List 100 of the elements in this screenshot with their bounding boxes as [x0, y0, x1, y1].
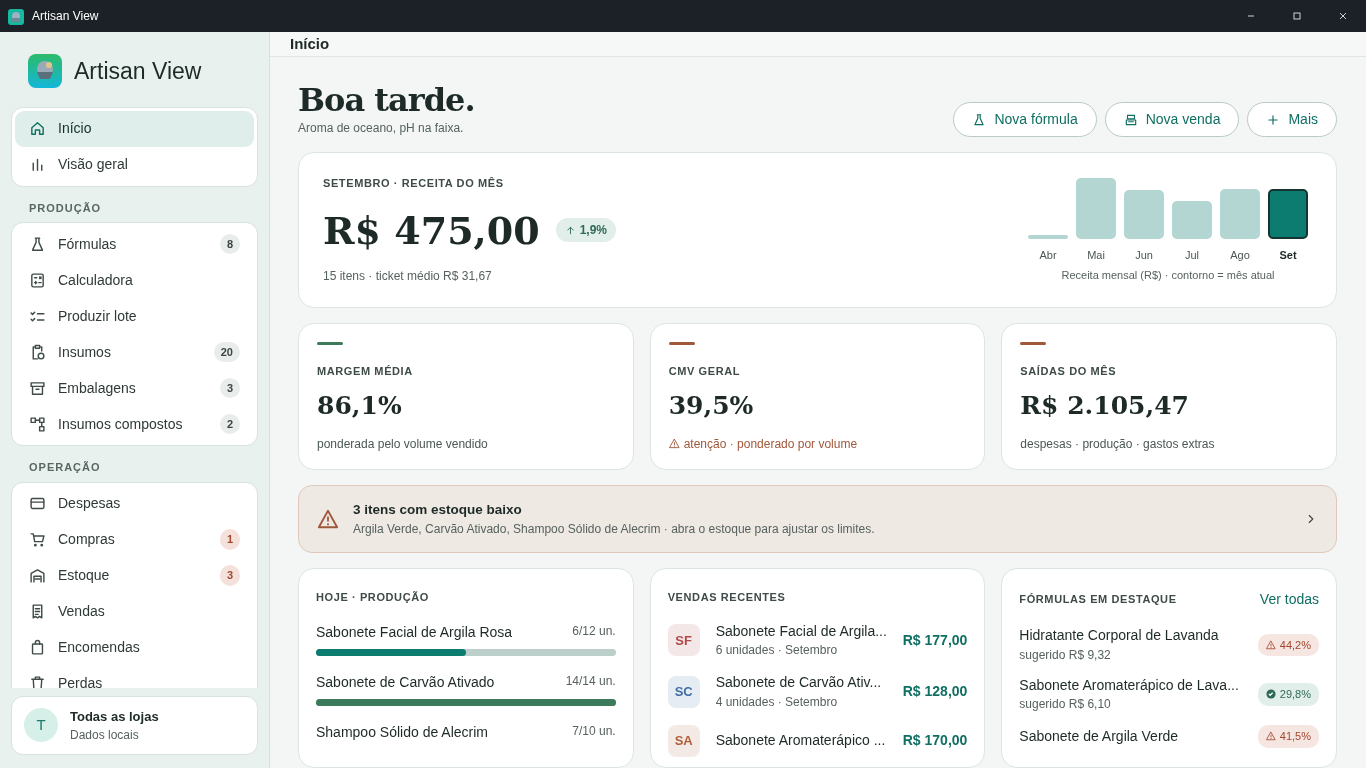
plus-icon — [1266, 112, 1281, 127]
product-name: Sabonete Facial de Argila Rosa — [316, 622, 513, 642]
suggested-price: sugerido R$ 6,10 — [1019, 696, 1112, 713]
metric-note: ponderada pelo volume vendido — [317, 435, 488, 453]
product-name: Sabonete de Carvão Ativado — [316, 672, 495, 692]
month-label: Ago — [1230, 247, 1250, 263]
month-label: Abr — [1039, 247, 1057, 263]
unit-count: 7/10 un. — [572, 722, 616, 740]
archive-icon — [29, 379, 46, 397]
sale-amount: R$ 128,00 — [902, 682, 968, 702]
sale-detail: 6 unidades · Setembro — [715, 642, 839, 659]
suggested-price: sugerido R$ 9,32 — [1019, 646, 1112, 664]
margin-badge: 41,5% — [1257, 725, 1319, 748]
nav-item[interactable]: Produzir lote — [15, 298, 254, 334]
count-badge: 2 — [219, 413, 240, 435]
metric-value: R$ 2.105,47 — [1020, 390, 1190, 423]
home-icon — [29, 120, 46, 137]
month-label: Mai — [1087, 247, 1105, 263]
month-label: Jun — [1135, 247, 1153, 263]
sale-detail: 4 unidades · Setembro — [715, 693, 839, 711]
chart-caption: Receita mensal (R$) · contorno = mês atual — [1061, 268, 1275, 283]
nav-item[interactable]: Estoque 3 — [15, 557, 254, 594]
metric-value: 86,1% — [317, 390, 403, 423]
nav-item[interactable]: Fórmulas 8 — [15, 226, 254, 262]
low-stock-alert[interactable]: 3 itens com estoque baixo Argila Verde, Carvão Ativado, Shampoo Sólido de Alecrim · abra o estoque para ajustar os limites. — [298, 484, 1337, 553]
section-heading: OPERAÇÃO — [28, 460, 102, 475]
alert-text: Argila Verde, Carvão Ativado, Shampoo Sólido de Alecrim · abra o estoque para ajustar os limites. — [353, 521, 876, 538]
product-name: Sabonete Aromaterápico ... — [715, 730, 886, 750]
sale-amount: R$ 170,00 — [902, 731, 968, 750]
action-button[interactable]: Nova venda — [1104, 102, 1240, 138]
product-name: Shampoo Sólido de Alecrim — [316, 722, 488, 742]
nav-item[interactable]: Insumos 20 — [15, 334, 254, 370]
count-badge: 3 — [219, 565, 240, 586]
warehouse-icon — [29, 567, 46, 584]
action-button[interactable]: Nova fórmula — [953, 102, 1097, 138]
margin-badge: 44,2% — [1257, 633, 1319, 656]
initials-avatar: SF — [667, 624, 700, 657]
app-logo — [28, 54, 62, 89]
hierarchy-icon — [29, 415, 46, 433]
greeting-title: Boa tarde. — [298, 80, 475, 120]
maximize-icon — [1291, 10, 1303, 22]
section-heading: PRODUÇÃO — [28, 200, 103, 216]
greeting-subtitle: Aroma de oceano, pH na faixa. — [298, 120, 465, 138]
card-title: VENDAS RECENTES — [667, 590, 787, 605]
store-selector[interactable]: T Todas as lojas Dados locais — [11, 695, 258, 755]
calculator-icon — [29, 271, 46, 289]
initials-avatar: SC — [667, 675, 700, 708]
metric-label: SAÍDAS DO MÊS — [1020, 363, 1118, 379]
nav-item[interactable]: Calculadora — [15, 262, 254, 298]
product-name: Sabonete de Carvão Ativ... — [715, 673, 882, 692]
formula-name: Hidratante Corporal de Lavanda — [1019, 626, 1219, 645]
warning-icon — [1265, 731, 1276, 742]
trash-icon — [29, 675, 46, 688]
revenue-label: SETEMBRO · RECEITA DO MÊS — [323, 176, 505, 192]
unit-count: 6/12 un. — [572, 622, 616, 640]
app-icon — [8, 8, 24, 25]
card-title: HOJE · PRODUÇÃO — [316, 590, 430, 605]
formula-name: Sabonete de Argila Verde — [1019, 726, 1179, 746]
nav-item[interactable]: Início — [15, 110, 254, 147]
metric-note: atenção · ponderado por volume — [683, 435, 858, 453]
nav-item[interactable]: Insumos compostos 2 — [15, 406, 254, 442]
nav-item[interactable]: Vendas — [15, 593, 254, 630]
credit-card-icon — [29, 495, 46, 512]
nav-item[interactable]: Embalagens 3 — [15, 370, 254, 406]
warning-icon — [317, 507, 339, 530]
count-badge: 8 — [219, 233, 240, 255]
nav-item[interactable]: Perdas — [15, 665, 254, 688]
nav-item[interactable]: Despesas — [15, 485, 254, 522]
shopping-bag-icon — [29, 639, 46, 656]
formula-name: Sabonete Aromaterápico de Lava... — [1019, 675, 1239, 695]
month-label: Jul — [1184, 247, 1200, 263]
revenue-amount: R$ 475,00 — [323, 206, 540, 255]
nav-item[interactable]: Encomendas — [15, 629, 254, 666]
flask-icon — [29, 235, 46, 253]
store-name: Todas as lojas — [70, 707, 159, 726]
close-icon — [1337, 10, 1349, 22]
metric-label: MARGEM MÉDIA — [317, 363, 414, 379]
change-badge: 1,9% — [555, 218, 617, 243]
cash-register-icon — [1123, 112, 1138, 127]
month-label: Set — [1279, 247, 1297, 263]
action-button[interactable]: Mais — [1247, 102, 1337, 138]
window-title: Artisan View — [32, 8, 99, 25]
view-all-link[interactable]: Ver todas — [1259, 589, 1319, 610]
count-badge: 1 — [219, 529, 240, 550]
warning-icon — [668, 438, 680, 450]
avatar: T — [24, 708, 58, 743]
count-badge: 20 — [213, 341, 240, 363]
nav-item[interactable]: Compras 1 — [15, 521, 254, 558]
store-subtitle: Dados locais — [70, 727, 140, 744]
flask-icon — [972, 112, 987, 127]
metric-label: CMV GERAL — [668, 363, 742, 379]
margin-badge: 29,8% — [1257, 683, 1319, 706]
revenue-footnote: 15 itens · ticket médio R$ 31,67 — [323, 267, 493, 285]
arrow-up-icon — [564, 224, 576, 236]
check-circle-icon — [1265, 689, 1276, 700]
metric-note: despesas · produção · gastos extras — [1020, 435, 1215, 453]
nav-item[interactable]: Visão geral — [15, 146, 254, 183]
alert-title: 3 itens com estoque baixo — [353, 500, 523, 519]
unit-count: 14/14 un. — [565, 672, 616, 690]
count-badge: 3 — [219, 377, 240, 399]
